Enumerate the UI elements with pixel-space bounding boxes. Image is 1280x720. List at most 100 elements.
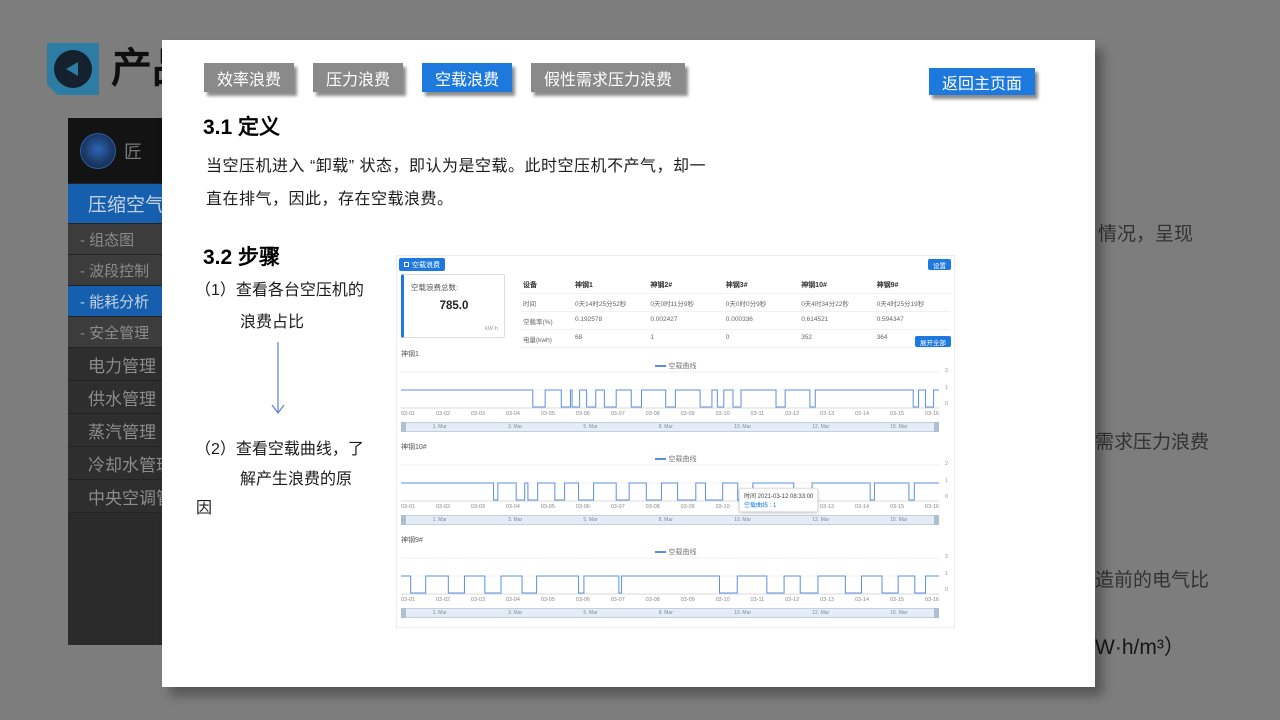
slider-label: 1. Mar [433, 610, 447, 616]
summary-label: 空载浪费总数: [411, 282, 504, 293]
sidebar-item[interactable]: 供水管理 [68, 381, 162, 414]
sidebar-item[interactable]: 电力管理 [68, 348, 162, 381]
slider-label: 12. Mar [812, 424, 829, 430]
x-axis-tick: 03-16 [925, 411, 939, 419]
slide-logo-badge [47, 43, 99, 95]
chart-plot: 210 [401, 371, 939, 409]
table-cell: 0.614521 [799, 312, 874, 330]
tab-空载浪费[interactable]: 空载浪费 [422, 63, 512, 92]
x-axis-tick: 03-08 [646, 411, 660, 419]
x-axis-tick: 03-04 [506, 504, 520, 512]
step2-text: 因 [196, 494, 212, 518]
sidebar-item[interactable]: - 能耗分析 [68, 286, 162, 317]
legend-label: 空载曲线 [669, 361, 697, 371]
x-axis-tick: 03-05 [541, 411, 555, 419]
chart-block-神钢1: 神钢1空载曲线21003-0103-0203-0303-0403-0503-06… [401, 349, 950, 442]
slider-label: 3. Mar [508, 517, 522, 523]
chart-plot: 210时间 2021-03-12 08:33:00空载曲线 : 1 [401, 464, 939, 502]
x-axis-tick: 03-02 [436, 597, 450, 605]
dashboard-title: 空载浪费 [412, 260, 440, 270]
x-axis-tick: 03-06 [576, 597, 590, 605]
sidebar-logo-row: 匠 [68, 118, 162, 184]
expand-all-button[interactable]: 展开全部 [915, 336, 951, 347]
table-cell: 352 [799, 330, 874, 348]
y-axis-tick: 2 [945, 369, 948, 374]
sidebar-item[interactable]: 压缩空气 [68, 184, 162, 224]
x-axis-tick: 03-09 [681, 504, 695, 512]
table-header-cell: 神钢1 [573, 276, 648, 294]
x-axis-tick: 03-14 [855, 597, 869, 605]
charts-area: 神钢1空载曲线21003-0103-0203-0303-0403-0503-06… [401, 349, 950, 628]
x-axis-tick: 03-15 [890, 504, 904, 512]
tab-假性需求压力浪费[interactable]: 假性需求压力浪费 [531, 63, 685, 92]
datazoom-slider[interactable]: 1. Mar3. Mar5. Mar8. Mar10. Mar12. Mar15… [401, 422, 939, 432]
datazoom-slider[interactable]: 1. Mar3. Mar5. Mar8. Mar10. Mar12. Mar15… [401, 608, 939, 618]
x-axis-tick: 03-03 [471, 504, 485, 512]
dashboard-screenshot: 空载浪费 设置 空载浪费总数: 785.0 kW·h 设备神钢1神钢2#神钢3#… [396, 255, 955, 628]
x-axis-tick: 03-04 [506, 597, 520, 605]
slider-label: 12. Mar [812, 610, 829, 616]
dashboard-title-chip[interactable]: 空载浪费 [399, 258, 445, 271]
x-axis-tick: 03-09 [681, 411, 695, 419]
chart-device-label: 神钢1 [401, 349, 950, 361]
slider-label: 10. Mar [734, 610, 751, 616]
table-cell: 0天0时11分9秒 [648, 294, 723, 312]
play-left-icon [54, 50, 92, 88]
table-cell: 0天4时34分22秒 [799, 294, 874, 312]
x-axis-tick: 03-14 [855, 411, 869, 419]
legend-label: 空载曲线 [669, 547, 697, 557]
slider-label: 1. Mar [433, 424, 447, 430]
datazoom-slider[interactable]: 1. Mar3. Mar5. Mar8. Mar10. Mar12. Mar15… [401, 515, 939, 525]
slide-text-fragment: 需求压力浪费 [1095, 427, 1209, 454]
sidebar-item[interactable]: - 波段控制 [68, 255, 162, 286]
chart-block-神钢9#: 神钢9#空载曲线21003-0103-0203-0303-0403-0503-0… [401, 535, 950, 628]
settings-button[interactable]: 设置 [928, 259, 951, 270]
x-axis-tick: 03-01 [401, 504, 415, 512]
tab-压力浪费[interactable]: 压力浪费 [313, 63, 403, 92]
x-axis-tick: 03-12 [785, 597, 799, 605]
table-header-cell: 神钢9# [875, 276, 950, 294]
table-cell: 0天0时0分9秒 [724, 294, 799, 312]
slider-label: 5. Mar [583, 424, 597, 430]
x-axis-labels: 03-0103-0203-0303-0403-0503-0603-0703-08… [401, 409, 939, 419]
x-axis-tick: 03-01 [401, 411, 415, 419]
x-axis-tick: 03-11 [751, 597, 765, 605]
slider-label: 5. Mar [583, 610, 597, 616]
y-axis-tick: 0 [945, 495, 948, 500]
slider-label: 3. Mar [508, 610, 522, 616]
sidebar-item[interactable]: 中央空调管理 [68, 480, 162, 513]
back-to-main-button[interactable]: 返回主页面 [929, 68, 1035, 95]
slider-label: 10. Mar [734, 424, 751, 430]
table-cell: 0.192578 [573, 312, 648, 330]
sidebar-item[interactable]: - 安全管理 [68, 317, 162, 348]
x-axis-tick: 03-05 [541, 504, 555, 512]
slider-label: 3. Mar [508, 424, 522, 430]
legend-line-icon [655, 458, 666, 460]
y-axis-tick: 0 [945, 402, 948, 407]
tab-bar: 效率浪费压力浪费空载浪费假性需求压力浪费 [204, 63, 685, 92]
x-axis-tick: 03-10 [716, 411, 730, 419]
step1-text: （1）查看各台空压机的 [195, 276, 364, 300]
definition-text: 当空压机进入 “卸载” 状态，即认为是空载。此时空压机不产气，却一 [206, 152, 706, 176]
table-row-label: 时间 [521, 294, 573, 312]
table-cell: 0天14时25分52秒 [573, 294, 648, 312]
background-sidebar: 匠 压缩空气- 组态图- 波段控制- 能耗分析- 安全管理电力管理供水管理蒸汽管… [68, 118, 162, 645]
summary-value: 785.0 [404, 300, 504, 312]
x-axis-tick: 03-12 [785, 411, 799, 419]
slider-label: 15. Mar [890, 610, 907, 616]
x-axis-tick: 03-07 [611, 411, 625, 419]
table-cell: 0天4时25分19秒 [875, 294, 950, 312]
sidebar-item[interactable]: 蒸汽管理 [68, 414, 162, 447]
table-row-label: 空载率(%) [521, 312, 573, 330]
app-logo-icon [80, 133, 116, 169]
x-axis-tick: 03-02 [436, 411, 450, 419]
sidebar-item[interactable]: 冷却水管理 [68, 447, 162, 480]
x-axis-tick: 03-13 [820, 504, 834, 512]
tab-效率浪费[interactable]: 效率浪费 [204, 63, 294, 92]
sidebar-item[interactable]: - 组态图 [68, 224, 162, 255]
x-axis-tick: 03-02 [436, 504, 450, 512]
x-axis-tick: 03-16 [925, 597, 939, 605]
summary-unit: kW·h [485, 326, 498, 332]
x-axis-tick: 03-07 [611, 504, 625, 512]
chart-legend: 空载曲线 [401, 547, 950, 557]
